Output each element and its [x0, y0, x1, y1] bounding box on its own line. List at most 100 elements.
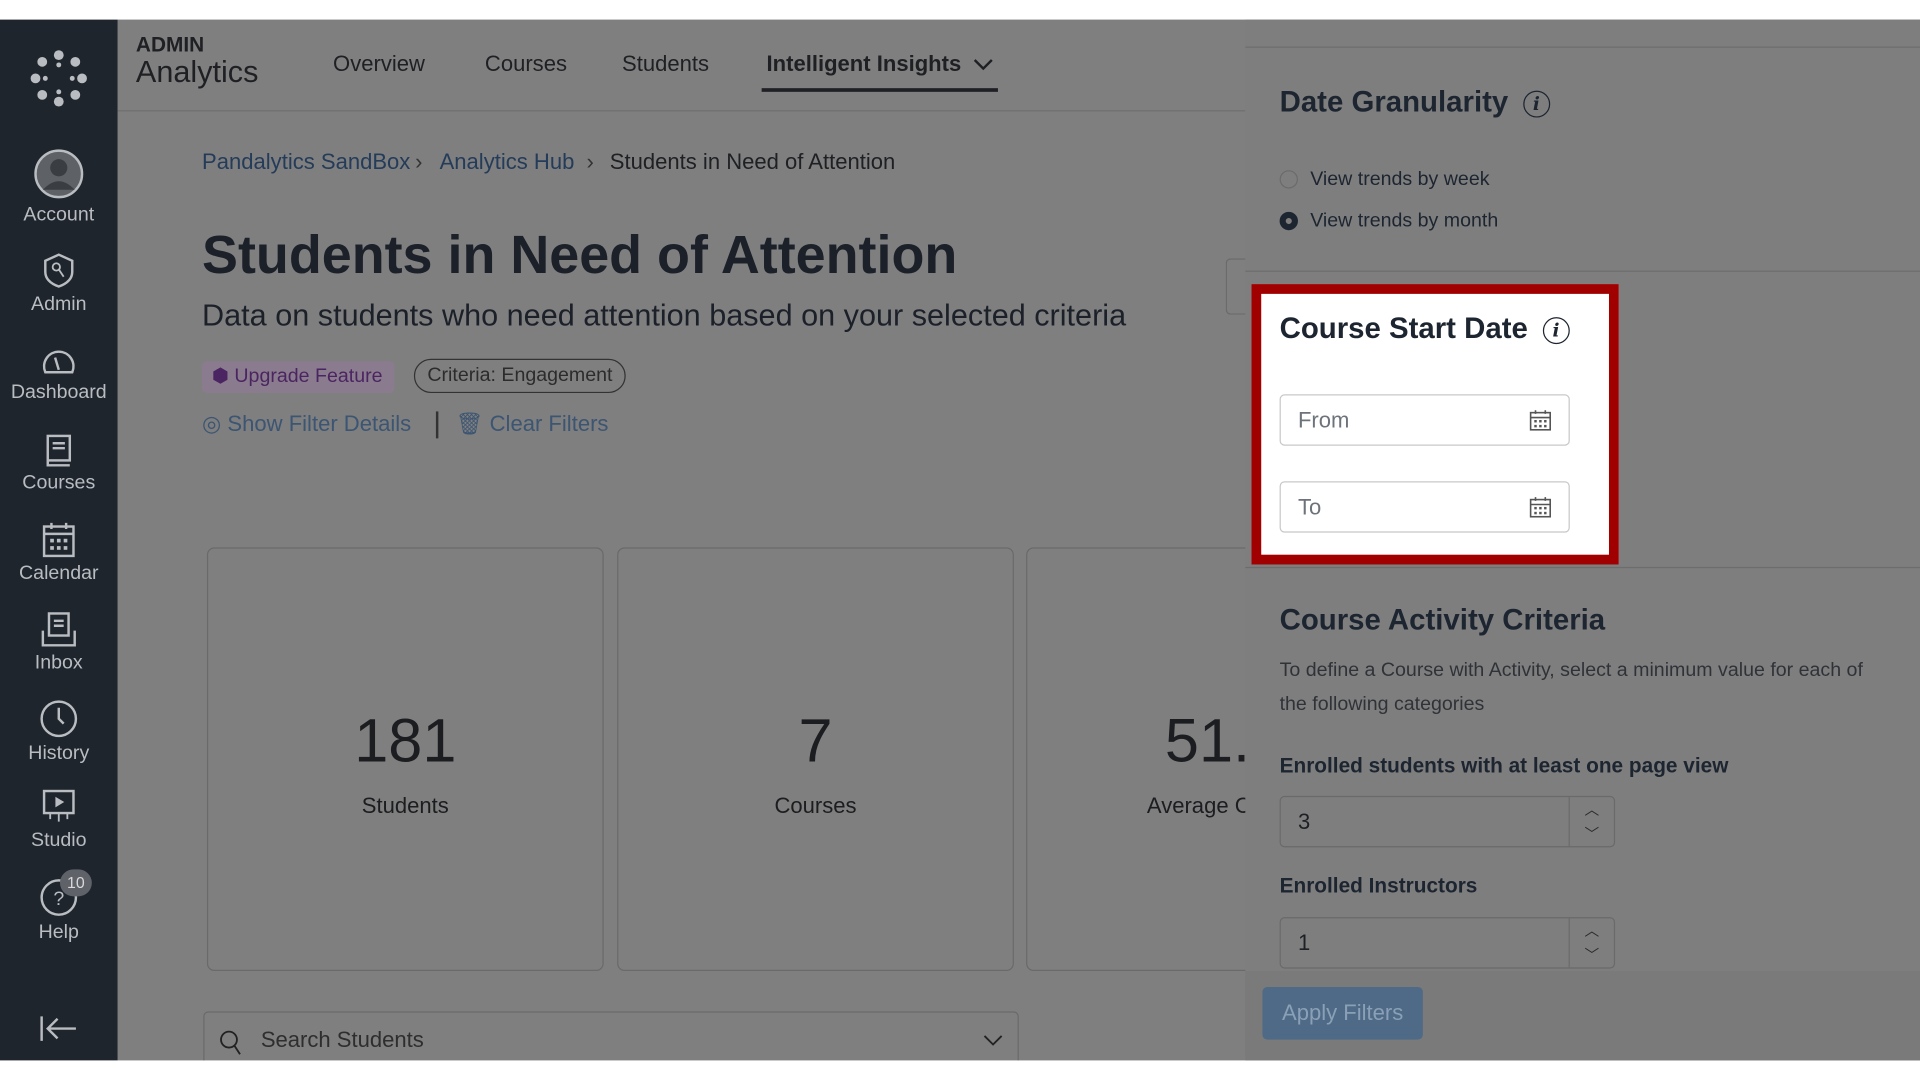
nav-courses[interactable]: Courses	[0, 433, 118, 494]
tab-label: Intelligent Insights	[766, 51, 962, 76]
divider	[1245, 566, 1920, 569]
app-title: Analytics	[135, 55, 259, 90]
eye-icon: ◎	[202, 411, 222, 436]
nav-label: Help	[38, 922, 79, 943]
nav-account[interactable]: Account	[0, 148, 118, 226]
show-filter-details-link[interactable]: ◎ Show Filter Details	[202, 411, 411, 437]
trash-icon: 🗑	[455, 411, 484, 436]
divider	[1245, 46, 1920, 48]
admin-eyebrow: ADMIN	[135, 33, 205, 57]
search-placeholder: Search Students	[260, 1027, 424, 1052]
page-view-stepper[interactable]: 3 ︿ ﹀	[1279, 795, 1616, 848]
section-title: Date Granularity	[1279, 85, 1509, 119]
nav-inbox[interactable]: Inbox	[0, 611, 118, 675]
stat-label: Students	[361, 793, 449, 818]
nav-calendar[interactable]: Calendar	[0, 522, 118, 586]
history-icon	[40, 700, 78, 738]
apply-filters-button[interactable]: Apply Filters	[1262, 986, 1423, 1040]
radio-label: View trends by month	[1310, 210, 1499, 232]
nav-studio[interactable]: Studio	[0, 789, 118, 853]
nav-label: Studio	[30, 830, 87, 852]
admin-icon	[44, 253, 74, 288]
nav-label: History	[28, 743, 90, 765]
breadcrumb-sandbox[interactable]: Pandalytics SandBox	[202, 149, 410, 175]
breadcrumb-separator: ›	[586, 149, 594, 174]
page-title: Students in Need of Attention	[202, 225, 958, 286]
breadcrumb-analytics-hub[interactable]: Analytics Hub	[440, 149, 575, 175]
stat-label: Courses	[774, 793, 857, 818]
link-label: Clear Filters	[489, 411, 609, 436]
nav-label: Account	[23, 204, 95, 226]
nav-admin[interactable]: Admin	[0, 252, 118, 316]
course-activity-title: Course Activity Criteria	[1279, 603, 1606, 637]
breadcrumb-separator: ›	[415, 149, 423, 174]
courses-icon	[46, 434, 72, 467]
calendar-icon[interactable]	[1529, 496, 1552, 518]
badge-label: Upgrade Feature	[234, 366, 383, 387]
info-icon[interactable]: i	[1542, 316, 1570, 344]
nav-label: Courses	[22, 472, 96, 494]
activity-description: To define a Course with Activity, select…	[1279, 660, 1863, 716]
page-view-label: Enrolled students with at least one page…	[1279, 754, 1729, 778]
collapse-nav-icon[interactable]	[39, 1014, 78, 1050]
placeholder: To	[1297, 494, 1322, 520]
inbox-icon	[41, 612, 76, 647]
studio-icon	[42, 789, 75, 822]
tab-courses[interactable]: Courses	[485, 51, 567, 77]
canvas-logo-icon[interactable]	[29, 49, 88, 114]
radio-week[interactable]: View trends by week	[1279, 168, 1490, 191]
dashboard-icon	[42, 350, 75, 374]
breadcrumb-current: Students in Need of Attention	[609, 149, 896, 174]
search-icon	[220, 1030, 241, 1055]
search-students-input[interactable]: Search Students	[203, 1011, 1019, 1061]
nav-history[interactable]: History	[0, 699, 118, 765]
help-badge: 10	[60, 869, 92, 897]
info-icon[interactable]: i	[1522, 90, 1550, 118]
tab-overview[interactable]: Overview	[333, 51, 425, 77]
increment-icon[interactable]: ︿	[1570, 918, 1614, 942]
radio-month[interactable]: View trends by month	[1279, 210, 1499, 233]
nav-label: Admin	[30, 293, 87, 315]
panel-footer: Apply Filters	[1245, 971, 1920, 1061]
course-start-date-title: Course Start Date i	[1280, 312, 1570, 346]
from-date-input[interactable]: From	[1279, 394, 1570, 446]
link-label: Show Filter Details	[227, 411, 412, 436]
radio-button[interactable]	[1279, 170, 1298, 189]
shield-icon: ⬢	[211, 366, 229, 387]
calendar-icon[interactable]	[1529, 409, 1552, 431]
nav-label: Inbox	[34, 652, 83, 674]
page-subtitle: Data on students who need attention base…	[202, 298, 1127, 334]
filter-panel: Date Granularity i View trends by week Vi…	[1245, 19, 1920, 1061]
radio-label: View trends by week	[1310, 168, 1490, 190]
radio-button-selected[interactable]	[1279, 212, 1298, 231]
criteria-badge: Criteria: Engagement	[413, 358, 626, 394]
decrement-icon[interactable]: ﹀	[1570, 943, 1614, 967]
stat-card-courses: 7 Courses	[617, 547, 1014, 972]
instructors-stepper[interactable]: 1 ︿ ﹀	[1279, 917, 1616, 969]
calendar-icon	[42, 522, 75, 558]
increment-icon[interactable]: ︿	[1570, 797, 1614, 821]
nav-help[interactable]: ? Help	[0, 878, 118, 944]
nav-dashboard[interactable]: Dashboard	[0, 345, 118, 404]
section-title: Course Start Date	[1279, 312, 1528, 346]
header: ADMIN Analytics Overview Courses Student…	[117, 20, 1246, 112]
stat-value: 7	[798, 706, 833, 776]
course-start-date-section: Course Start Date i From To	[1251, 284, 1619, 565]
chevron-down-icon[interactable]	[983, 1035, 1003, 1047]
nav-label: Dashboard	[10, 382, 107, 403]
placeholder: From	[1297, 407, 1350, 433]
account-icon	[34, 149, 84, 199]
clear-filters-link[interactable]: 🗑 Clear Filters	[456, 411, 609, 437]
chevron-down-icon	[973, 59, 993, 71]
panel-toggle[interactable]	[1225, 258, 1247, 315]
date-granularity-title: Date Granularity i	[1280, 86, 1550, 120]
stat-card-students: 181 Students	[206, 547, 604, 972]
tab-students[interactable]: Students	[622, 51, 709, 77]
divider	[1245, 270, 1920, 272]
divider	[435, 411, 438, 439]
to-date-input[interactable]: To	[1279, 481, 1570, 533]
stepper-value: 3	[1297, 809, 1311, 834]
upgrade-feature-badge: ⬢ Upgrade Feature	[202, 361, 395, 394]
tab-intelligent-insights[interactable]: Intelligent Insights	[761, 51, 998, 92]
decrement-icon[interactable]: ﹀	[1570, 822, 1614, 846]
